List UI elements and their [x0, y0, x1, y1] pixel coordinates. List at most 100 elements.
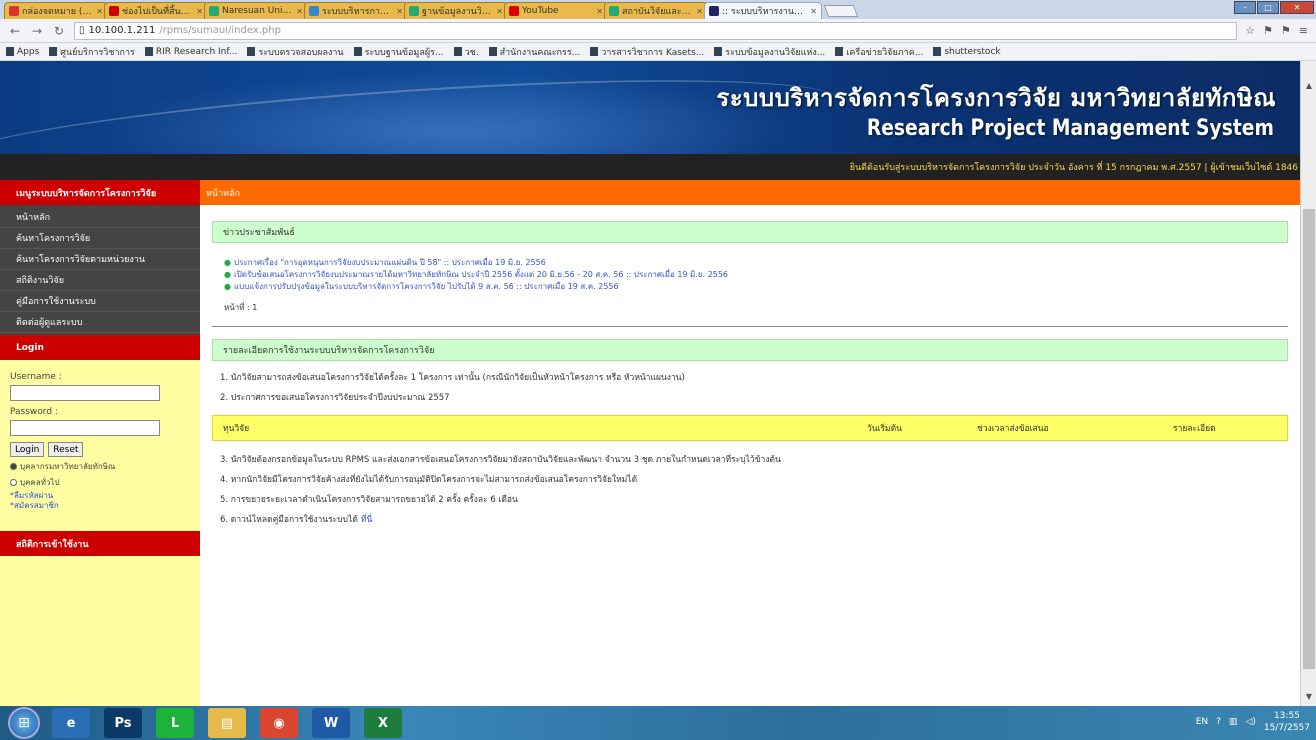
stats-title: สถิติการเข้าใช้งาน [0, 531, 200, 556]
guide-item: 3. นักวิจัยต้องกรอกข้อมูลในระบบ RPMS และ… [220, 455, 781, 465]
ie-taskbar-icon[interactable]: e [52, 708, 90, 738]
maximize-button[interactable]: □ [1257, 1, 1279, 14]
new-tab-button[interactable] [823, 5, 859, 17]
news-item[interactable]: ● ประกาศเรื่อง "การอุดหนุนการวิจัยงบประมา… [224, 257, 1288, 269]
tab-close-icon[interactable]: ✕ [496, 7, 503, 16]
sidebar-menu: หน้าหลัก ค้นหาโครงการวิจัย ค้นหาโครงการวิจ… [0, 205, 200, 335]
tab-title: Naresuan Univer [222, 6, 294, 16]
browser-tab[interactable]: YouTube ✕ [504, 2, 608, 19]
clock[interactable]: 13:55 15/7/2557 [1264, 710, 1310, 734]
volume-icon[interactable]: ◁) [1245, 717, 1255, 727]
username-input[interactable] [10, 385, 160, 401]
radio-staff-indicator[interactable] [10, 463, 17, 470]
bookmark-item[interactable]: วารสารวิชาการ Kasets... [590, 45, 704, 59]
col-grant: ทุนวิจัย [223, 424, 250, 434]
close-window-button[interactable]: ✕ [1280, 1, 1314, 14]
bookmark-icon [714, 47, 723, 56]
radio-public-indicator[interactable] [10, 479, 17, 486]
bookmark-item[interactable]: เครือข่ายวิจัยภาค... [835, 45, 923, 59]
sidebar-menu-item[interactable]: ค้นหาโครงการวิจัย [0, 228, 200, 249]
bookmark-label: RIR Research Inf... [155, 46, 238, 57]
tab-favicon-icon [709, 6, 719, 16]
bookmark-label: ศูนย์บริการวิชาการ [60, 47, 135, 58]
back-icon[interactable]: ← [8, 24, 22, 38]
window-controls: – □ ✕ [1234, 1, 1314, 14]
bookmark-item[interactable]: Apps [6, 47, 39, 57]
chrome-taskbar-icon[interactable]: ◉ [260, 708, 298, 738]
scroll-thumb[interactable] [1303, 209, 1315, 669]
browser-tab[interactable]: :: ระบบบริหารงานวิจัย ✕ [704, 2, 822, 19]
tab-close-icon[interactable]: ✕ [296, 7, 303, 16]
tab-favicon-icon [209, 6, 219, 16]
password-input[interactable] [10, 420, 160, 436]
language-indicator[interactable]: EN [1196, 717, 1208, 727]
tab-title: สถาบันวิจัยและพัฒนา [622, 7, 693, 17]
bookmark-item[interactable]: วช. [453, 45, 479, 59]
bookmark-item[interactable]: shutterstock [933, 47, 1001, 57]
address-bar[interactable]: ▯ 10.100.1.211/rpms/sumaui/index.php [74, 21, 1238, 40]
bookmark-item[interactable]: ระบบตรวจสอบผลงาน [247, 45, 344, 59]
minimize-button[interactable]: – [1234, 1, 1256, 14]
tab-close-icon[interactable]: ✕ [696, 7, 703, 16]
excel-taskbar-icon[interactable]: X [364, 708, 402, 738]
sidebar-menu-item[interactable]: คู่มือการใช้งานระบบ [0, 291, 200, 312]
tab-close-icon[interactable]: ✕ [810, 7, 817, 16]
username-label: Username : [10, 372, 62, 382]
news-list: ● ประกาศเรื่อง "การอุดหนุนการวิจัยงบประมา… [224, 257, 1288, 293]
explorer-taskbar-icon[interactable]: ▤ [208, 708, 246, 738]
line-taskbar-icon[interactable]: L [156, 708, 194, 738]
manual-download-link[interactable]: ที่นี่ [361, 512, 372, 526]
news-item[interactable]: ● แบบแจ้งการปรับปรุงข้อมูลในระบบบริหารจัด… [224, 281, 1288, 293]
extension2-icon[interactable]: ⚑ [1281, 24, 1291, 37]
news-item[interactable]: ● เปิดรับข้อเสนอโครงการวิจัยงบประมาณรายได… [224, 269, 1288, 281]
guide-item: 5. การขยายระยะเวลาดำเนินโครงการวิจัยสามา… [220, 495, 518, 505]
sidebar-menu-item[interactable]: สถิติงานวิจัย [0, 270, 200, 291]
sidebar-menu-item[interactable]: ค้นหาโครงการวิจัยตามหน่วยงาน [0, 249, 200, 270]
word-taskbar-icon[interactable]: W [312, 708, 350, 738]
tab-title: ช่องไปเป็นที่สิ้นสุด - [122, 7, 194, 17]
page-scrollbar[interactable]: ▲ ▼ [1300, 61, 1316, 706]
browser-tab[interactable]: ช่องไปเป็นที่สิ้นสุด - ✕ [104, 2, 208, 19]
browser-tab[interactable]: ระบบบริหารการวิจัยและ✕ [304, 2, 408, 19]
site-title-thai: ระบบบริหารจัดการโครงการวิจัย มหาวิทยาลัย… [716, 84, 1276, 112]
extension-icon[interactable]: ⚑ [1263, 24, 1273, 37]
menu-icon[interactable]: ≡ [1299, 24, 1308, 37]
clock-time: 13:55 [1273, 711, 1300, 721]
browser-tab[interactable]: กล่องจดหมาย (15) - ✕ [4, 2, 108, 19]
tab-close-icon[interactable]: ✕ [596, 7, 603, 16]
start-button[interactable]: ⊞ [8, 707, 40, 739]
bookmark-item[interactable]: ระบบข้อมูลงานวิจัยแห่ง... [714, 45, 825, 59]
guide-item: 2. ประกาศการขอเสนอโครงการวิจัยประจำปีงบป… [220, 393, 450, 403]
sidebar-menu-item[interactable]: ติดต่อผู้ดูแลระบบ [0, 312, 200, 333]
bookmark-label: สำนักงานคณะกรร... [499, 47, 581, 58]
tab-close-icon[interactable]: ✕ [96, 7, 103, 16]
tab-close-icon[interactable]: ✕ [396, 7, 403, 16]
scroll-up-icon[interactable]: ▲ [1301, 81, 1316, 95]
forgot-password-link[interactable]: *ลืมรหัสผ่าน [10, 491, 190, 501]
photoshop-taskbar-icon[interactable]: Ps [104, 708, 142, 738]
scroll-down-icon[interactable]: ▼ [1301, 692, 1316, 706]
help-icon[interactable]: ? [1216, 717, 1221, 727]
browser-tab[interactable]: สถาบันวิจัยและพัฒนา✕ [604, 2, 708, 19]
news-item-text: ประกาศเรื่อง "การอุดหนุนการวิจัยงบประมาณ… [233, 258, 546, 267]
radio-public[interactable]: บุคคลทั่วไป [10, 476, 190, 489]
bookmark-item[interactable]: ศูนย์บริการวิชาการ [49, 45, 135, 59]
bookmark-item[interactable]: RIR Research Inf... [144, 46, 238, 57]
browser-tab[interactable]: Naresuan Univer ✕ [204, 2, 308, 19]
reset-button[interactable]: Reset [48, 442, 84, 457]
bookmark-item[interactable]: ระบบฐานข้อมูลผู้ร... [353, 45, 444, 59]
reload-icon[interactable]: ↻ [52, 24, 66, 38]
network-icon[interactable]: ▥ [1229, 717, 1238, 727]
sidebar-menu-item[interactable]: หน้าหลัก [0, 207, 200, 228]
bookmark-item[interactable]: สำนักงานคณะกรร... [488, 45, 581, 59]
bookmark-star-icon[interactable]: ☆ [1245, 24, 1255, 37]
forward-icon[interactable]: → [30, 24, 44, 38]
tab-close-icon[interactable]: ✕ [196, 7, 203, 16]
register-link[interactable]: *สมัครสมาชิก [10, 501, 190, 511]
breadcrumb[interactable]: หน้าหลัก [200, 180, 1300, 205]
login-button[interactable]: Login [10, 442, 45, 457]
radio-staff[interactable]: บุคลากรมหาวิทยาลัยทักษิณ [10, 460, 190, 473]
address-path: /rpms/sumaui/index.php [159, 25, 281, 36]
tab-favicon-icon [509, 6, 519, 16]
browser-tab[interactable]: ฐานข้อมูลงานวิจัย มก.✕ [404, 2, 508, 19]
